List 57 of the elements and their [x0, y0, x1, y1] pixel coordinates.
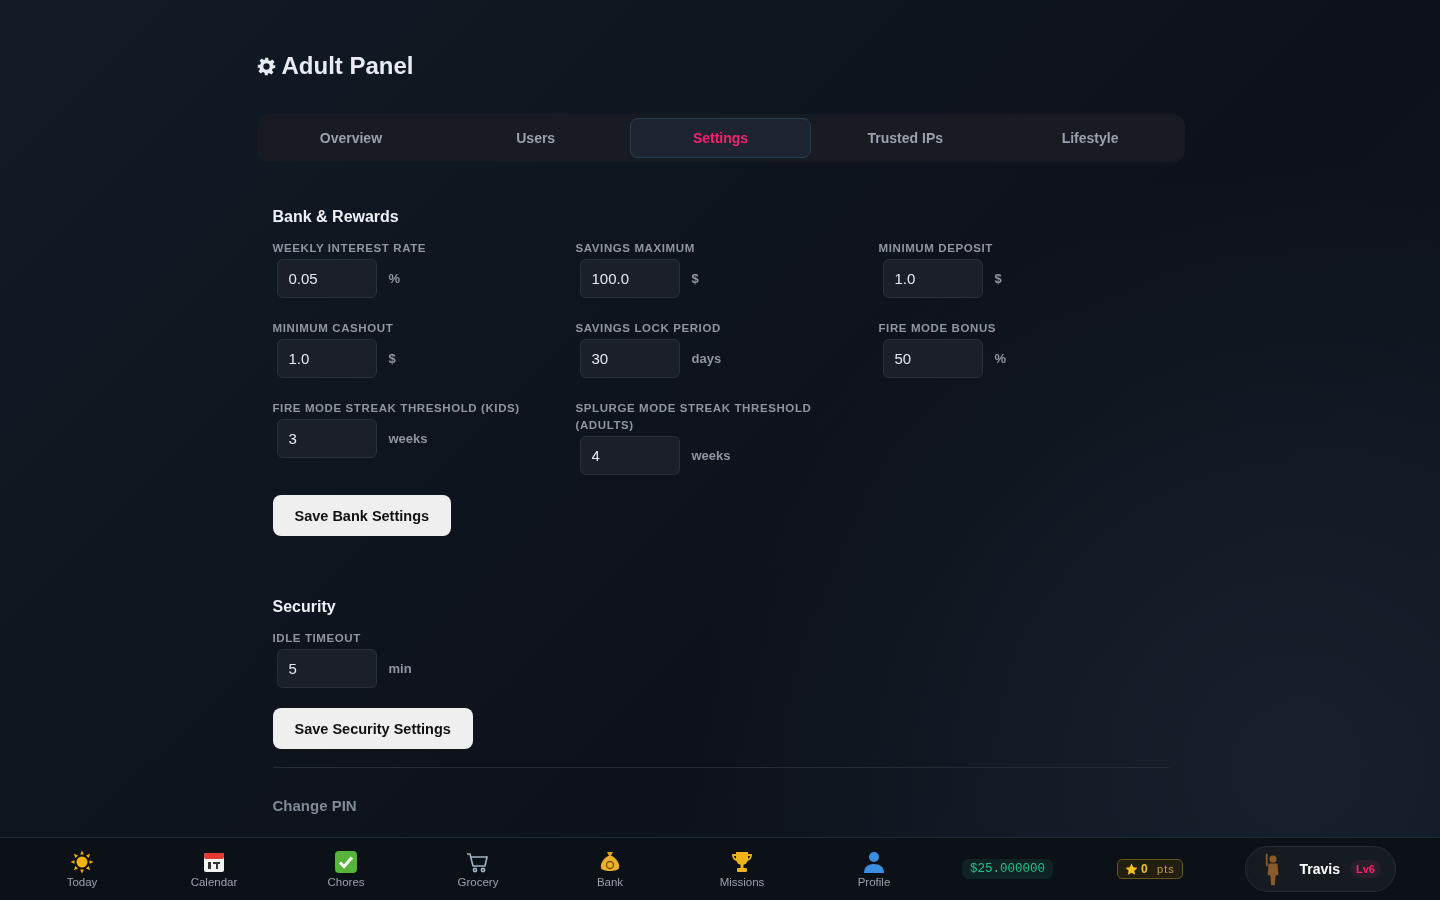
nav-item[interactable]: Chores	[280, 849, 412, 889]
unit-label: %	[388, 271, 401, 286]
cart-icon	[466, 850, 490, 874]
field-label: SAVINGS LOCK PERIOD	[575, 321, 722, 336]
unit-label: days	[691, 351, 722, 366]
section-heading: Bank & Rewards	[272, 208, 400, 226]
star-icon	[1125, 862, 1138, 876]
unit-label: $	[691, 271, 699, 286]
unit-label: weeks	[388, 431, 428, 446]
input-field[interactable]: 3	[276, 419, 377, 458]
input-field[interactable]: 5	[276, 649, 377, 688]
field-label: SAVINGS MAXIMUM	[575, 241, 696, 256]
nav-item[interactable]: Bank	[544, 849, 676, 889]
section-heading: Change PIN	[272, 797, 358, 814]
save-button[interactable]: Save Security Settings	[272, 708, 473, 749]
nav-item[interactable]: Profile	[808, 849, 940, 889]
tab[interactable]: Trusted IPs	[814, 118, 996, 158]
field-label: MINIMUM DEPOSIT	[878, 241, 994, 256]
nav-item[interactable]: Grocery	[412, 849, 544, 889]
unit-label: %	[994, 351, 1007, 366]
trophy-icon	[730, 850, 754, 874]
field-label: FIRE MODE BONUS	[878, 321, 998, 336]
input-field[interactable]: 4	[579, 436, 680, 475]
person-icon	[862, 850, 886, 874]
tab[interactable]: Lifestyle	[999, 118, 1181, 158]
unit-label: weeks	[691, 448, 731, 463]
section-heading: Security	[272, 598, 337, 616]
nav-item[interactable]: Missions	[676, 849, 808, 889]
field-label: WEEKLY INTEREST RATE	[272, 241, 428, 256]
unit-label: $	[388, 351, 396, 366]
user-chip[interactable]: Travis Lv6	[1244, 846, 1396, 892]
input-field[interactable]: 50	[882, 339, 983, 378]
input-field[interactable]: 0.05	[276, 259, 377, 298]
checkmark-icon	[334, 850, 358, 874]
tab[interactable]: Users	[445, 118, 627, 158]
save-button[interactable]: Save Bank Settings	[272, 495, 452, 536]
unit-label: $	[994, 271, 1002, 286]
input-field[interactable]: 1.0	[276, 339, 377, 378]
balance-badge: $25.000000	[962, 859, 1053, 879]
money-bag-icon	[598, 850, 622, 874]
tab[interactable]: Settings	[630, 118, 811, 158]
field-label: SPLURGE MODE STREAK THRESHOLD (ADULTS)	[575, 401, 813, 433]
input-field[interactable]: 1.0	[882, 259, 983, 298]
field-label: IDLE TIMEOUT	[272, 631, 362, 646]
unit-label: min	[388, 661, 412, 676]
tab[interactable]: Overview	[260, 118, 442, 158]
calendar-icon	[202, 850, 226, 874]
points-badge: 0 pts	[1117, 859, 1183, 879]
sun-icon	[70, 850, 94, 874]
input-field[interactable]: 100.0	[579, 259, 680, 298]
input-field[interactable]: 30	[579, 339, 680, 378]
nav-item[interactable]: Today	[16, 849, 148, 889]
field-label: MINIMUM CASHOUT	[272, 321, 395, 336]
field-label: FIRE MODE STREAK THRESHOLD (KIDS)	[272, 401, 521, 416]
nav-item[interactable]: Calendar	[148, 849, 280, 889]
page-title: Adult Panel	[281, 52, 414, 80]
gear-icon	[256, 56, 276, 76]
